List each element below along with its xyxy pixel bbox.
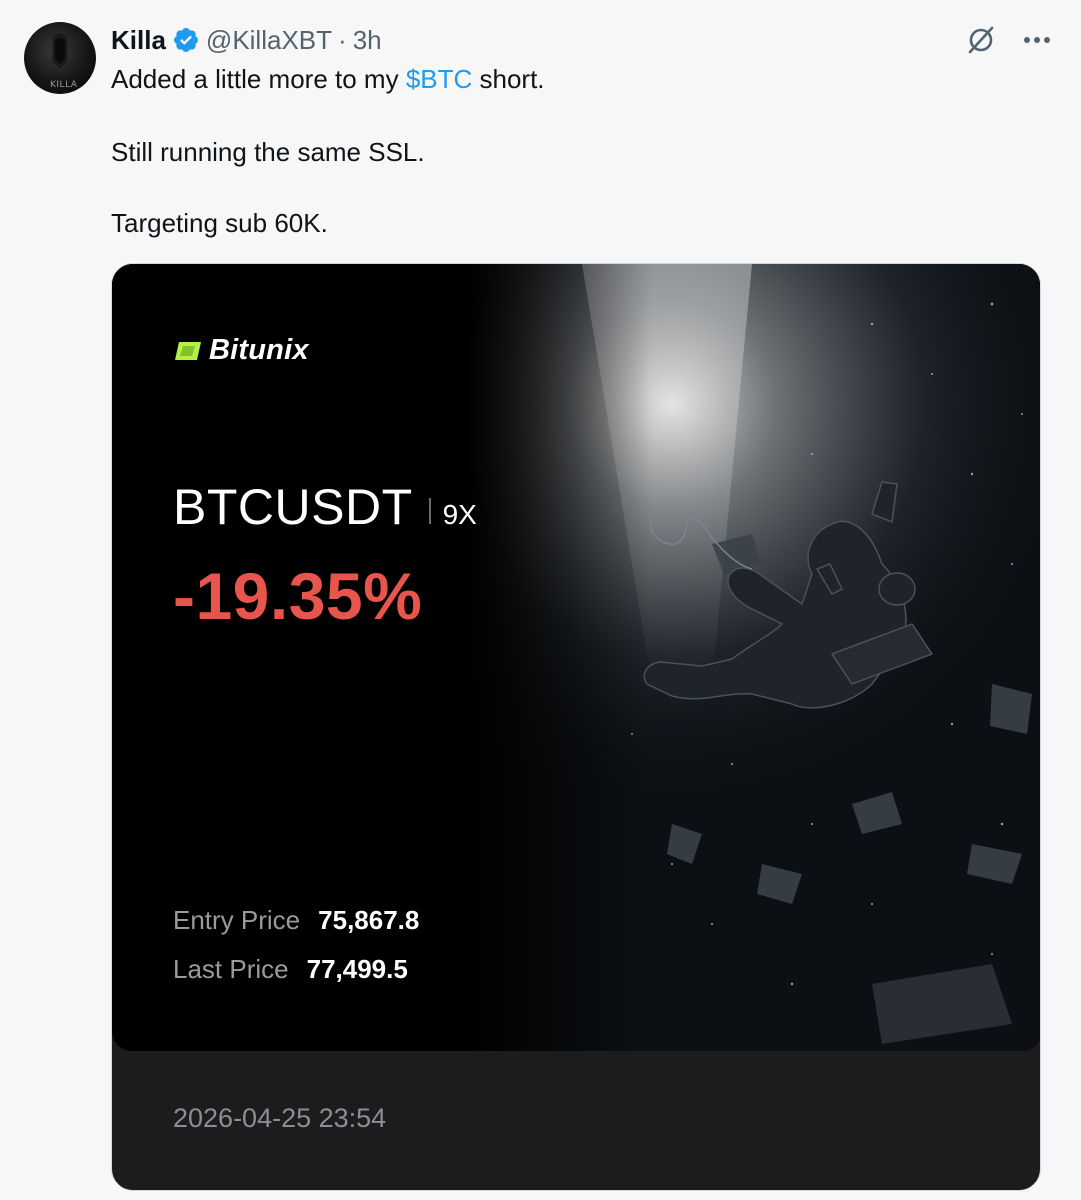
separator-dot: ·: [338, 24, 347, 55]
last-price-row: Last Price 77,499.5: [173, 954, 408, 985]
last-price-label: Last Price: [173, 954, 289, 984]
grok-icon[interactable]: [965, 24, 997, 56]
entry-price-label: Entry Price: [173, 905, 301, 935]
timestamp[interactable]: 3h: [353, 25, 382, 56]
tweet-text-pre: Added a little more to my: [111, 64, 406, 94]
handle[interactable]: @KillaXBT: [206, 25, 332, 56]
avatar[interactable]: KILLA: [24, 22, 96, 94]
pnl-card: Bitunix BTCUSDT 9X -19.35% Entry Price 7…: [112, 264, 1040, 1051]
tweet-media[interactable]: Bitunix BTCUSDT 9X -19.35% Entry Price 7…: [111, 263, 1041, 1191]
tweet-actions-top: [965, 24, 1051, 56]
trading-pair: BTCUSDT: [173, 479, 413, 535]
tweet-text-line-1: Added a little more to my $BTC short.: [111, 63, 545, 95]
cashtag-link[interactable]: $BTC: [406, 64, 472, 94]
tweet[interactable]: KILLA Killa @KillaXBT · 3h Added a littl…: [0, 0, 1081, 1200]
verified-badge-icon: [173, 28, 198, 52]
bitunix-logo-icon: [175, 341, 201, 360]
more-icon[interactable]: [1023, 36, 1051, 44]
pair-divider: [428, 498, 431, 524]
avatar-text: KILLA: [50, 80, 78, 90]
pair-row: BTCUSDT 9X: [173, 478, 477, 536]
tweet-header: Killa @KillaXBT · 3h: [111, 24, 382, 56]
tweet-text-post: short.: [472, 64, 545, 94]
bitunix-logo: Bitunix: [173, 334, 309, 367]
tweet-text-line-2: Still running the same SSL.: [111, 137, 425, 167]
display-name[interactable]: Killa: [111, 25, 166, 56]
entry-price-value: 75,867.8: [318, 905, 420, 935]
last-price-value: 77,499.5: [306, 954, 408, 984]
card-date: 2026-04-25 23:54: [173, 1103, 387, 1133]
brand-name: Bitunix: [209, 334, 309, 366]
tweet-text-line-3: Targeting sub 60K.: [111, 208, 328, 238]
pnl-percent: -19.35%: [173, 559, 423, 633]
leverage: 9X: [442, 499, 477, 530]
entry-price-row: Entry Price 75,867.8: [173, 905, 419, 936]
